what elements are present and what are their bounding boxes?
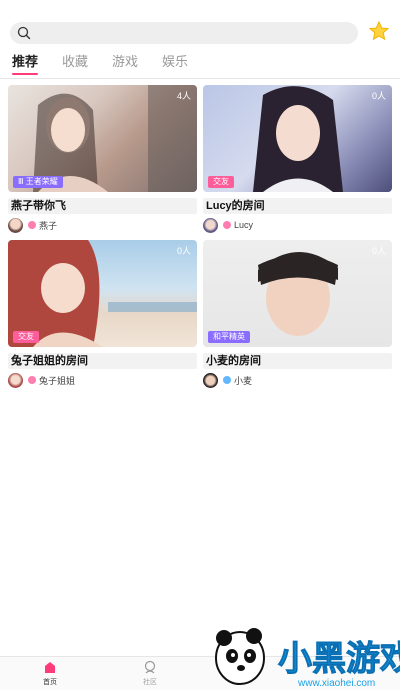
avatar [8,217,23,233]
tab-games[interactable]: 游戏 [112,54,162,76]
category-tag: 交友 [13,331,39,343]
nav-home[interactable]: 首页 [30,660,70,687]
room-thumbnail: 0人 交友 [8,240,197,347]
community-icon [144,660,156,674]
viewer-count: 0人 [176,246,191,256]
game-tag: 和平精英 [208,331,250,343]
room-title: 燕子带你飞 [8,198,197,214]
host-row: 小麦 [203,372,392,388]
host-name: 兔子姐姐 [39,375,76,386]
female-icon [223,221,231,229]
male-icon [223,376,231,384]
active-tab-indicator [12,73,38,75]
female-icon [28,376,36,384]
tab-favorites[interactable]: 收藏 [62,54,112,76]
room-title: Lucy的房间 [203,198,392,214]
star-icon[interactable] [368,20,390,42]
room-thumbnail: 4人 Ⅲ 王者荣耀 [8,85,197,192]
svg-text:www.xiaohei.com: www.xiaohei.com [297,678,375,689]
tab-entertainment[interactable]: 娱乐 [162,54,212,76]
female-icon [28,221,36,229]
search-icon [17,26,31,40]
room-card[interactable]: 4人 Ⅲ 王者荣耀 燕子带你飞 燕子 [8,85,197,233]
viewer-count: 0人 [371,91,386,101]
nav-home-label: 首页 [43,679,57,686]
search-row [10,20,390,46]
host-name: Lucy [234,220,254,230]
host-row: Lucy [203,217,392,233]
avatar [203,217,218,233]
host-name: 小麦 [234,375,253,386]
room-title: 兔子姐姐的房间 [8,353,197,369]
category-tabs: 推荐 收藏 游戏 娱乐 [12,54,212,76]
category-tag: 交友 [208,176,234,188]
tab-divider [0,78,400,79]
viewer-count: 0人 [371,246,386,256]
room-thumbnail: 0人 交友 [203,85,392,192]
host-row: 兔子姐姐 [8,372,197,388]
room-card[interactable]: 0人 交友 兔子姐姐的房间 兔子姐姐 [8,240,197,388]
svg-text:小黑游戏: 小黑游戏 [278,640,400,678]
search-input[interactable] [10,22,358,44]
room-card[interactable]: 0人 交友 Lucy的房间 Lucy [203,85,392,233]
room-card[interactable]: 0人 和平精英 小麦的房间 小麦 [203,240,392,388]
nav-community[interactable]: 社区 [130,660,170,687]
viewer-count: 4人 [176,91,191,101]
room-thumbnail: 0人 和平精英 [203,240,392,347]
host-row: 燕子 [8,217,197,233]
nav-community-label: 社区 [143,679,157,686]
host-name: 燕子 [39,220,58,231]
watermark-logo: 小黑游戏 www.xiaohei.com [215,628,400,689]
room-title: 小麦的房间 [203,353,392,369]
avatar [203,372,218,388]
game-tag: Ⅲ 王者荣耀 [13,176,63,188]
avatar [8,372,23,388]
home-icon [45,662,55,673]
